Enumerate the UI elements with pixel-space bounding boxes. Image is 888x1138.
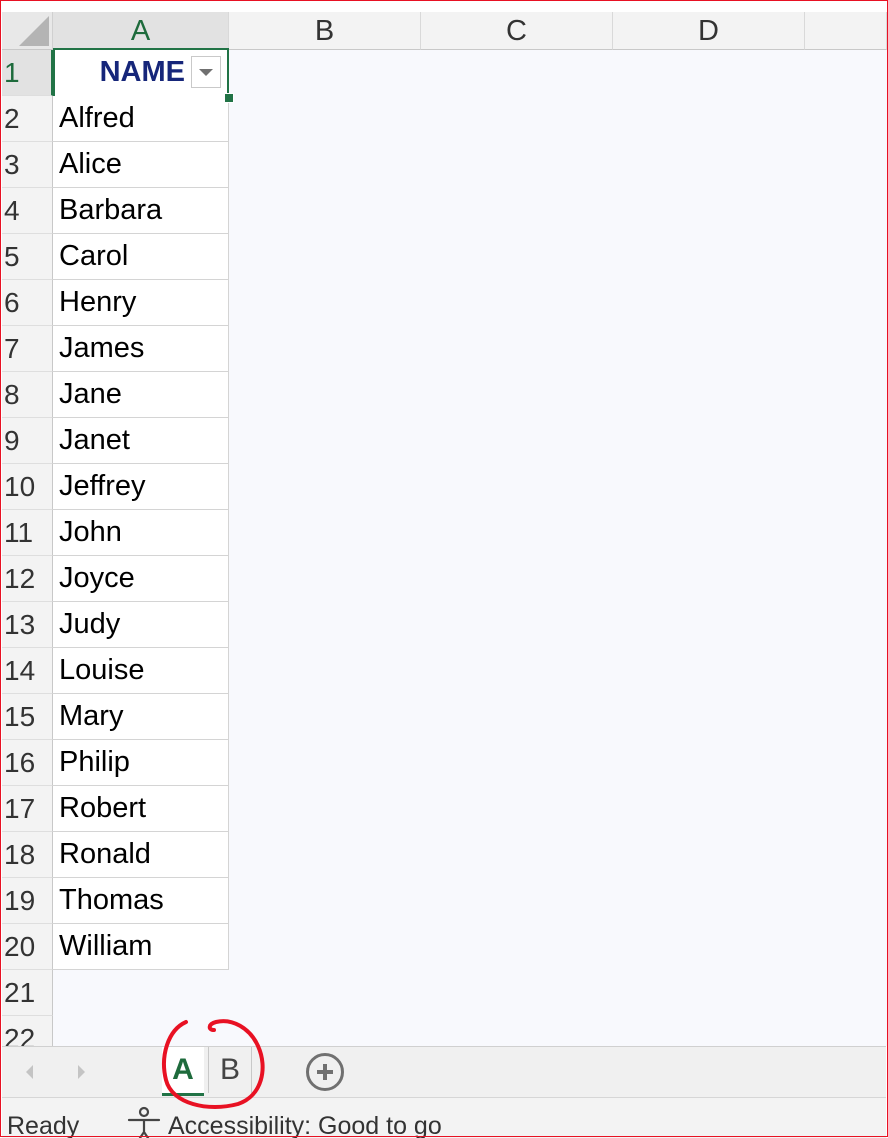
- column-header-a[interactable]: A: [53, 12, 229, 50]
- cell-a4[interactable]: Barbara: [53, 188, 229, 234]
- cell-a16[interactable]: Philip: [53, 740, 229, 786]
- status-accessibility-text[interactable]: Accessibility: Good to go: [168, 1112, 442, 1138]
- cell-a17[interactable]: Robert: [53, 786, 229, 832]
- row-header-7[interactable]: 7: [2, 326, 53, 372]
- cell-a19[interactable]: Thomas: [53, 878, 229, 924]
- cell-a12[interactable]: Joyce: [53, 556, 229, 602]
- row-header-5[interactable]: 5: [2, 234, 53, 280]
- select-all-corner[interactable]: [2, 12, 53, 50]
- cell-a3[interactable]: Alice: [53, 142, 229, 188]
- sheet-tab-bar: A B: [2, 1046, 886, 1097]
- cell-a14[interactable]: Louise: [53, 648, 229, 694]
- row-header-9[interactable]: 9: [2, 418, 53, 464]
- filter-dropdown-icon[interactable]: [191, 56, 221, 88]
- row-header-1[interactable]: 1: [2, 50, 53, 96]
- row-header-13[interactable]: 13: [2, 602, 53, 648]
- cell-a10[interactable]: Jeffrey: [53, 464, 229, 510]
- select-all-triangle-icon: [19, 16, 49, 46]
- cell-a8[interactable]: Jane: [53, 372, 229, 418]
- row-header-16[interactable]: 16: [2, 740, 53, 786]
- row-header-11[interactable]: 11: [2, 510, 53, 556]
- column-header-b[interactable]: B: [229, 12, 421, 50]
- row-header-19[interactable]: 19: [2, 878, 53, 924]
- row-header-8[interactable]: 8: [2, 372, 53, 418]
- row-header-12[interactable]: 12: [2, 556, 53, 602]
- cell-a1-text: NAME: [99, 56, 185, 88]
- cell-a18[interactable]: Ronald: [53, 832, 229, 878]
- sheet-tab-b[interactable]: B: [208, 1047, 252, 1093]
- cell-a13[interactable]: Judy: [53, 602, 229, 648]
- row-header-6[interactable]: 6: [2, 280, 53, 326]
- row-header-2[interactable]: 2: [2, 96, 53, 142]
- cell-a1-name-header[interactable]: NAME: [53, 48, 229, 98]
- row-header-17[interactable]: 17: [2, 786, 53, 832]
- status-ready-text: Ready: [7, 1112, 80, 1138]
- sheet-tab-a[interactable]: A: [162, 1047, 204, 1096]
- column-header-e-partial[interactable]: [805, 12, 887, 50]
- cell-a20[interactable]: William: [53, 924, 229, 970]
- row-header-4[interactable]: 4: [2, 188, 53, 234]
- cell-a5[interactable]: Carol: [53, 234, 229, 280]
- status-bar: Ready Accessibility: Good to go: [2, 1097, 886, 1138]
- row-header-14[interactable]: 14: [2, 648, 53, 694]
- row-header-18[interactable]: 18: [2, 832, 53, 878]
- cell-a11[interactable]: John: [53, 510, 229, 556]
- plus-circle-icon[interactable]: [306, 1053, 344, 1091]
- sheet-nav-left-icon[interactable]: [20, 1059, 44, 1085]
- column-header-d[interactable]: D: [613, 12, 805, 50]
- row-header-10[interactable]: 10: [2, 464, 53, 510]
- sheet-nav-right-icon[interactable]: [70, 1059, 94, 1085]
- row-header-3[interactable]: 3: [2, 142, 53, 188]
- cell-a9[interactable]: Janet: [53, 418, 229, 464]
- accessibility-person-icon[interactable]: [124, 1106, 164, 1138]
- column-header-c[interactable]: C: [421, 12, 613, 50]
- cell-a2[interactable]: Alfred: [53, 96, 229, 142]
- row-header-15[interactable]: 15: [2, 694, 53, 740]
- cell-a15[interactable]: Mary: [53, 694, 229, 740]
- cell-a6[interactable]: Henry: [53, 280, 229, 326]
- row-header-21[interactable]: 21: [2, 970, 53, 1016]
- fill-handle[interactable]: [224, 93, 234, 103]
- cell-a7[interactable]: James: [53, 326, 229, 372]
- row-header-20[interactable]: 20: [2, 924, 53, 970]
